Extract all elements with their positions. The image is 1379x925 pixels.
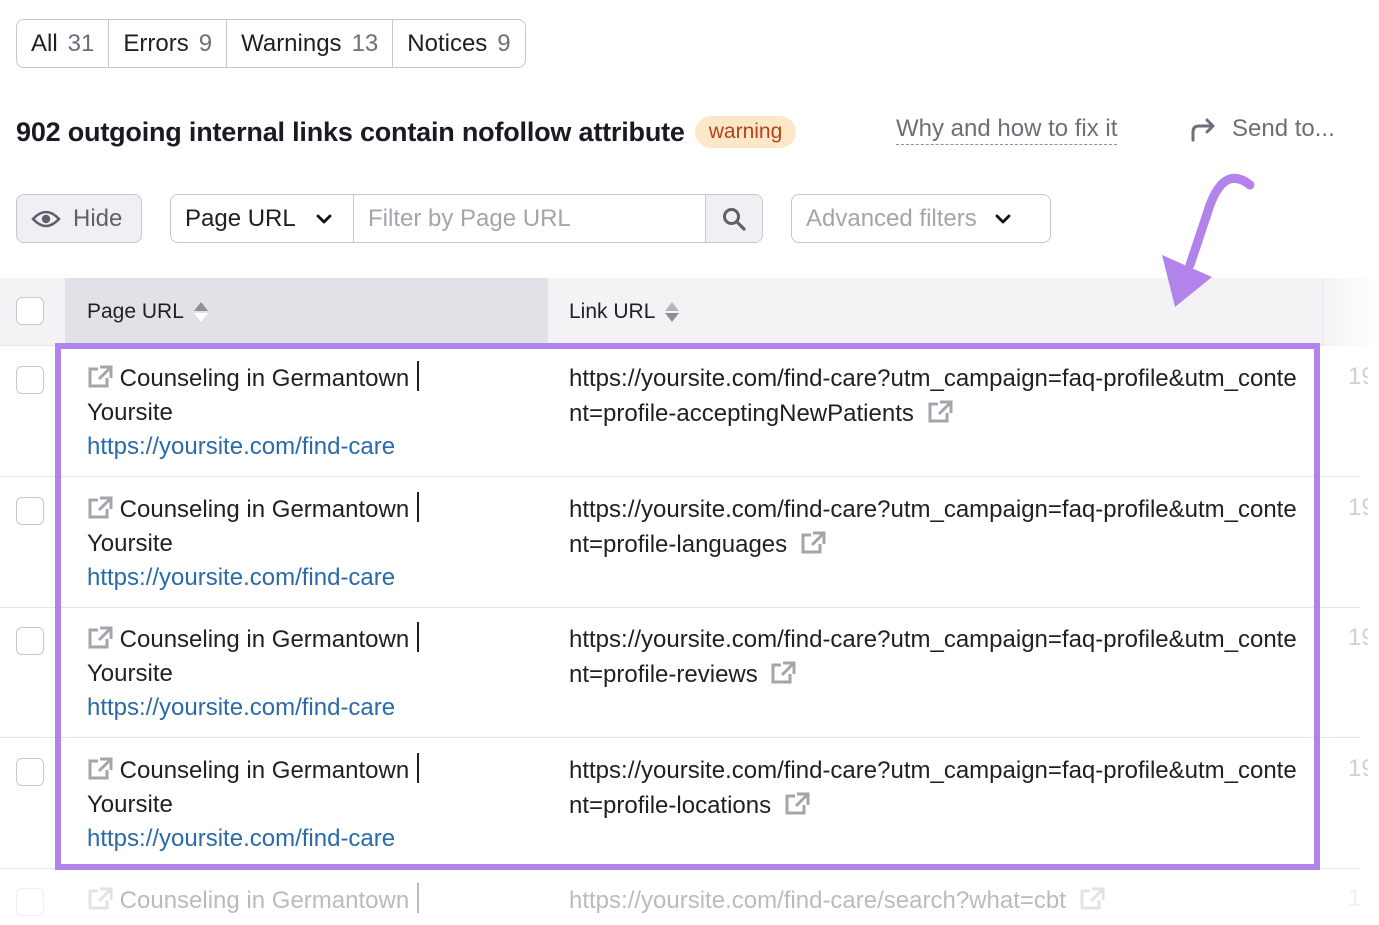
filter-column-value: Page URL bbox=[185, 204, 296, 232]
share-arrow-icon bbox=[1191, 118, 1215, 142]
row-checkbox[interactable] bbox=[16, 366, 44, 394]
page-url-cell: Counseling in Germantown Yoursite https:… bbox=[87, 491, 527, 595]
link-url: https://yoursite.com/find-care?utm_campa… bbox=[569, 495, 1297, 558]
page-site: Yoursite bbox=[87, 529, 173, 557]
tab-all[interactable]: All 31 bbox=[17, 20, 110, 67]
link-url-cell: https://yoursite.com/find-care/search?wh… bbox=[569, 883, 1304, 918]
tab-label: Notices bbox=[407, 29, 488, 57]
external-link-icon[interactable] bbox=[784, 792, 810, 816]
issue-type-tabs: All 31 Errors 9 Warnings 13 Notices 9 bbox=[16, 19, 526, 68]
tab-warnings[interactable]: Warnings 13 bbox=[227, 20, 394, 67]
external-link-icon[interactable] bbox=[800, 531, 826, 555]
column-header-link-url[interactable]: Link URL bbox=[548, 278, 680, 346]
truncated-column-value: 19 bbox=[1348, 493, 1368, 521]
search-icon bbox=[723, 207, 746, 231]
page-site: Yoursite bbox=[87, 660, 173, 687]
link-url: https://yoursite.com/find-care/search?wh… bbox=[569, 887, 1066, 914]
text-cursor bbox=[417, 491, 420, 522]
table-header-overflow bbox=[1322, 278, 1379, 346]
select-all-checkbox[interactable] bbox=[16, 297, 44, 325]
chevron-down-icon bbox=[316, 214, 332, 223]
tab-count: 13 bbox=[351, 29, 379, 57]
external-link-icon[interactable] bbox=[1079, 887, 1105, 911]
chevron-down-icon bbox=[995, 214, 1011, 223]
page-site: Yoursite bbox=[87, 399, 173, 426]
external-link-icon[interactable] bbox=[87, 365, 113, 389]
external-link-icon[interactable] bbox=[87, 757, 113, 781]
external-link-icon[interactable] bbox=[770, 661, 796, 685]
truncated-column-value: 1 bbox=[1348, 885, 1362, 912]
external-link-icon[interactable] bbox=[87, 496, 113, 520]
advanced-filters-dropdown[interactable]: Advanced filters bbox=[791, 194, 1051, 243]
issue-heading: 902 outgoing internal links contain nofo… bbox=[16, 112, 797, 152]
link-url-cell: https://yoursite.com/find-care?utm_campa… bbox=[569, 361, 1304, 431]
page-title: Counseling in Germantown bbox=[119, 626, 410, 653]
page-title: Counseling in Germantown bbox=[119, 887, 410, 914]
page-url-cell: Counseling in Germantown bbox=[87, 883, 527, 918]
filter-input[interactable] bbox=[354, 195, 705, 242]
external-link-icon[interactable] bbox=[927, 400, 953, 424]
page-url-link[interactable]: https://yoursite.com/find-care bbox=[87, 430, 527, 464]
table-header: Page URL Link URL bbox=[0, 278, 1322, 346]
text-cursor bbox=[417, 622, 420, 652]
issue-title: 902 outgoing internal links contain nofo… bbox=[16, 116, 685, 147]
page-url-link[interactable]: https://yoursite.com/find-care bbox=[87, 822, 527, 856]
table-row: Counseling in Germantown Yoursite https:… bbox=[0, 739, 1368, 869]
sort-icon bbox=[193, 302, 208, 322]
row-checkbox[interactable] bbox=[16, 627, 44, 655]
table-row: Counseling in Germantown Yoursite https:… bbox=[0, 478, 1368, 608]
severity-badge: warning bbox=[694, 116, 797, 148]
column-label: Page URL bbox=[87, 300, 184, 323]
table-row: Counseling in Germantown https://yoursit… bbox=[0, 869, 1361, 925]
page-title: Counseling in Germantown bbox=[119, 365, 410, 392]
hide-label: Hide bbox=[73, 204, 123, 232]
page-url-link[interactable]: https://yoursite.com/find-care bbox=[87, 691, 527, 725]
page-title: Counseling in Germantown bbox=[119, 495, 410, 523]
truncated-column-value: 19 bbox=[1348, 754, 1368, 782]
sort-icon bbox=[665, 302, 680, 322]
page-url-cell: Counseling in Germantown Yoursite https:… bbox=[87, 361, 527, 464]
table-row: Counseling in Germantown Yoursite https:… bbox=[0, 347, 1368, 477]
filter-column-select[interactable]: Page URL bbox=[171, 195, 354, 242]
tab-label: Warnings bbox=[241, 29, 342, 57]
column-header-page-url[interactable]: Page URL bbox=[65, 278, 548, 346]
eye-icon bbox=[31, 210, 61, 227]
link-url: https://yoursite.com/find-care?utm_campa… bbox=[569, 626, 1297, 688]
link-url-cell: https://yoursite.com/find-care?utm_campa… bbox=[569, 622, 1304, 692]
table-row: Counseling in Germantown Yoursite https:… bbox=[0, 608, 1368, 738]
why-and-how-to-fix-link[interactable]: Why and how to fix it bbox=[896, 114, 1118, 145]
row-checkbox[interactable] bbox=[16, 888, 44, 916]
send-to-label: Send to... bbox=[1232, 115, 1335, 142]
page-url-link[interactable]: https://yoursite.com/find-care bbox=[87, 561, 527, 595]
text-cursor bbox=[417, 752, 420, 783]
truncated-column-value: 19 bbox=[1348, 363, 1368, 390]
truncated-column-value: 19 bbox=[1348, 624, 1368, 651]
external-link-icon[interactable] bbox=[87, 626, 113, 650]
external-link-icon[interactable] bbox=[87, 887, 113, 911]
page-url-cell: Counseling in Germantown Yoursite https:… bbox=[87, 622, 527, 725]
row-checkbox[interactable] bbox=[16, 496, 44, 525]
text-cursor bbox=[417, 883, 420, 913]
page-site: Yoursite bbox=[87, 790, 173, 818]
tab-errors[interactable]: Errors 9 bbox=[109, 20, 228, 67]
search-button[interactable] bbox=[705, 195, 762, 242]
link-url-cell: https://yoursite.com/find-care?utm_campa… bbox=[569, 492, 1304, 562]
link-url: https://yoursite.com/find-care?utm_campa… bbox=[569, 756, 1297, 819]
row-checkbox[interactable] bbox=[16, 757, 44, 786]
text-cursor bbox=[417, 361, 420, 391]
send-to-button[interactable]: Send to... bbox=[1188, 114, 1335, 144]
tab-count: 31 bbox=[67, 29, 95, 57]
hide-button[interactable]: Hide bbox=[16, 194, 142, 243]
tab-count: 9 bbox=[198, 29, 213, 57]
tab-label: Errors bbox=[123, 29, 189, 57]
column-label: Link URL bbox=[569, 300, 656, 323]
page-url-filter: Page URL bbox=[170, 194, 763, 243]
link-url-cell: https://yoursite.com/find-care?utm_campa… bbox=[569, 753, 1304, 823]
page-title: Counseling in Germantown bbox=[119, 756, 410, 784]
page-url-cell: Counseling in Germantown Yoursite https:… bbox=[87, 752, 527, 856]
advanced-filters-label: Advanced filters bbox=[806, 204, 977, 232]
tab-notices[interactable]: Notices 9 bbox=[393, 20, 524, 67]
tab-label: All bbox=[31, 29, 58, 57]
tab-count: 9 bbox=[497, 29, 511, 57]
